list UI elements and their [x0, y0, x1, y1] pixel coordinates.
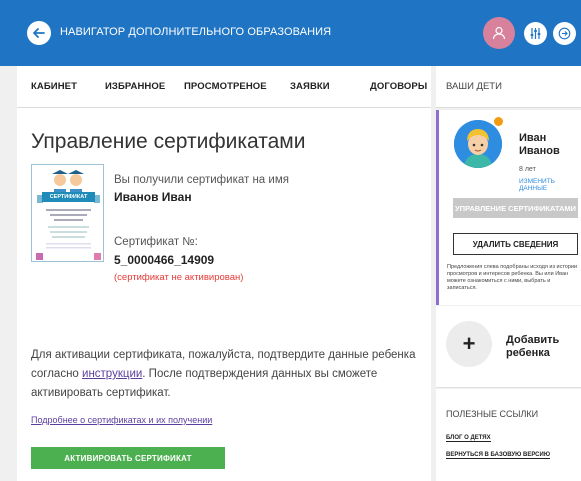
tab-bar: КАБИНЕТ ИЗБРАННОЕ ПРОСМОТРЕНОЕ ЗАЯВКИ ДО…	[17, 66, 431, 108]
manage-certificates-button[interactable]: УПРАВЛЕНИЕ СЕРТИФИКАТАМИ	[453, 198, 578, 218]
logout-icon	[558, 27, 571, 40]
certificate-status: (сертификат не активирован)	[114, 272, 244, 283]
delete-data-button[interactable]: УДАЛИТЬ СВЕДЕНИЯ	[453, 233, 578, 255]
tab-favorites[interactable]: ИЗБРАННОЕ	[105, 81, 165, 92]
child-last-name: Иванов	[519, 145, 560, 157]
useful-links: ПОЛЕЗНЫЕ ССЫЛКИ БЛОГ О ДЕТЯХ ВЕРНУТЬСЯ В…	[436, 389, 581, 481]
tab-viewed[interactable]: ПРОСМОТРЕНОЕ	[184, 81, 267, 92]
change-data-link[interactable]: ИЗМЕНИТЬ ДАННЫЕ	[519, 178, 581, 192]
activation-instructions: Для активации сертификата, пожалуйста, п…	[31, 346, 419, 403]
add-child-label-line1: Добавить	[506, 334, 560, 346]
your-children-heading: ВАШИ ДЕТИ	[446, 81, 502, 92]
certificate-illustration	[32, 165, 103, 261]
tab-contracts[interactable]: ДОГОВОРЫ	[370, 81, 427, 92]
certificate-image-heading: СЕРТИФИКАТ	[49, 194, 88, 200]
instructions-link[interactable]: инструкции	[82, 368, 142, 380]
child-avatar[interactable]	[454, 120, 502, 168]
more-about-certificates-link[interactable]: Подробнее о сертификатах и их получении	[31, 415, 212, 425]
tab-cabinet[interactable]: КАБИНЕТ	[31, 81, 77, 92]
child-first-name: Иван	[519, 132, 547, 144]
certificate-image: СЕРТИФИКАТ	[31, 164, 104, 262]
app-title: НАВИГАТОР ДОПОЛНИТЕЛЬНОГО ОБРАЗОВАНИЯ	[60, 26, 332, 38]
page-title: Управление сертификатами	[31, 130, 306, 153]
certificate-holder-name: Иванов Иван	[114, 190, 192, 204]
sidebar-header: ВАШИ ДЕТИ	[436, 66, 581, 108]
activate-certificate-button[interactable]: АКТИВИРОВАТЬ СЕРТИФИКАТ	[31, 447, 225, 469]
add-child-label[interactable]: Добавить ребенка	[506, 334, 559, 360]
add-child-card[interactable]: + Добавить ребенка	[436, 306, 581, 388]
boy-avatar-icon	[454, 120, 502, 168]
settings-button[interactable]	[524, 22, 547, 45]
user-icon	[492, 26, 506, 40]
top-bar: НАВИГАТОР ДОПОЛНИТЕЛЬНОГО ОБРАЗОВАНИЯ	[0, 0, 581, 66]
useful-links-title: ПОЛЕЗНЫЕ ССЫЛКИ	[446, 409, 539, 419]
sliders-icon	[530, 28, 541, 39]
child-card: Иван Иванов 8 лет ИЗМЕНИТЬ ДАННЫЕ УПРАВЛ…	[436, 110, 581, 305]
basic-version-link[interactable]: ВЕРНУТЬСЯ В БАЗОВУЮ ВЕРСИЮ	[446, 452, 551, 459]
arrow-left-icon	[33, 28, 45, 38]
certificate-number: 5_0000466_14909	[114, 253, 215, 267]
plus-icon[interactable]: +	[446, 321, 492, 367]
certificate-number-label: Сертификат №:	[114, 236, 198, 248]
logout-button[interactable]	[553, 22, 576, 45]
tab-applications[interactable]: ЗАЯВКИ	[290, 81, 330, 92]
add-child-label-line2: ребенка	[506, 347, 550, 359]
notification-badge	[493, 116, 504, 127]
child-age: 8 лет	[519, 166, 536, 173]
main-panel: КАБИНЕТ ИЗБРАННОЕ ПРОСМОТРЕНОЕ ЗАЯВКИ ДО…	[17, 66, 431, 481]
user-avatar-button[interactable]	[483, 17, 515, 49]
recommendation-note: Предложения слева подобраны исходя из ис…	[447, 264, 578, 291]
back-button[interactable]	[27, 21, 51, 45]
certificate-received-text: Вы получили сертификат на имя	[114, 174, 289, 186]
child-name: Иван Иванов	[519, 132, 560, 158]
blog-link[interactable]: БЛОГ О ДЕТЯХ	[446, 435, 491, 442]
